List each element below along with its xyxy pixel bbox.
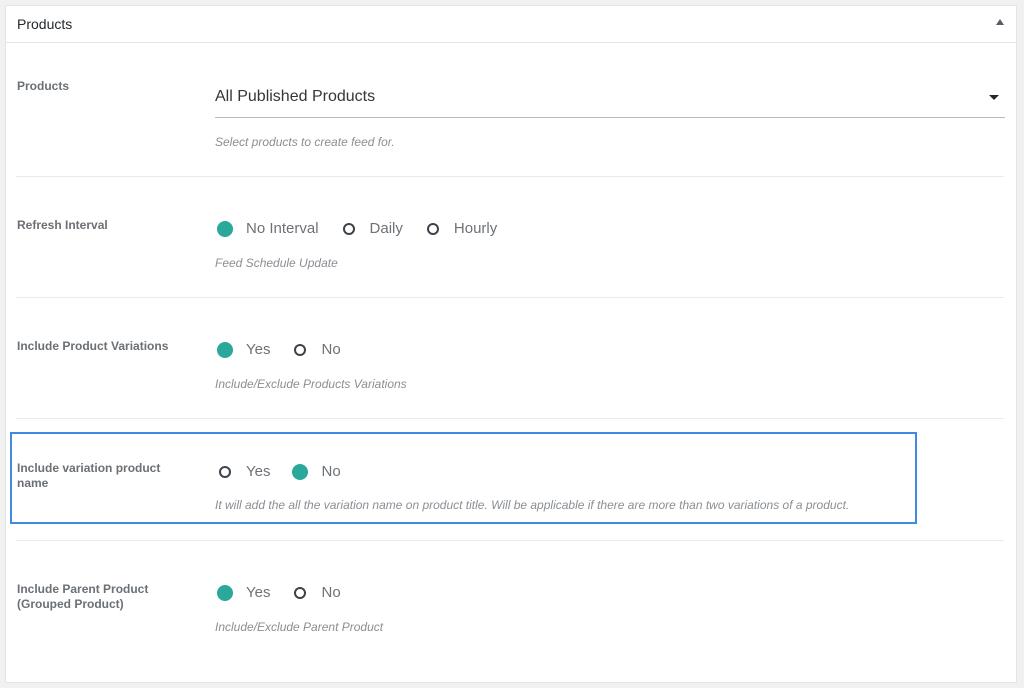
products-select-value: All Published Products [215,88,376,105]
radio-label: Yes [246,463,271,480]
include-parent-label: Include Parent Product (Grouped Product) [17,582,149,611]
include-parent-radio-group: Yes No [217,584,365,601]
radio-unchecked-icon[interactable] [219,465,231,478]
products-select[interactable]: All Published Products [215,86,1005,118]
include-parent-help: Include/Exclude Parent Product [215,620,384,634]
radio-yes[interactable]: Yes [217,584,271,601]
radio-yes[interactable]: Yes [219,463,270,480]
radio-yes[interactable]: Yes [217,341,271,358]
include-variations-help: Include/Exclude Products Variations [215,377,407,391]
collapse-arrow-icon[interactable] [996,19,1004,25]
include-variation-name-label: Include variation product name [17,461,161,490]
radio-no[interactable]: No [294,584,341,601]
radio-unchecked-icon[interactable] [294,586,307,599]
radio-no[interactable]: No [292,463,341,480]
products-help: Select products to create feed for. [215,135,395,149]
radio-label: No Interval [246,220,319,237]
refresh-interval-help: Feed Schedule Update [215,256,338,270]
radio-checked-icon[interactable] [217,341,233,358]
refresh-interval-radio-group: No Interval Daily Hourly [217,220,521,237]
radio-label: Yes [246,341,271,358]
radio-no-interval[interactable]: No Interval [217,220,319,237]
divider [16,176,1004,177]
radio-unchecked-icon[interactable] [342,222,355,235]
include-variations-radio-group: Yes No [217,341,365,358]
radio-label: Daily [369,220,403,237]
include-variations-label: Include Product Variations [17,339,169,353]
radio-checked-icon[interactable] [217,220,233,237]
panel-header[interactable]: Products [6,6,1016,43]
radio-hourly[interactable]: Hourly [426,220,498,237]
divider [16,297,1004,298]
radio-unchecked-icon[interactable] [426,222,439,235]
radio-checked-icon[interactable] [217,584,233,601]
dropdown-caret-icon [989,95,999,100]
include-variation-name-radio-group: Yes No [219,463,365,480]
radio-no[interactable]: No [294,341,341,358]
divider [16,540,1004,541]
refresh-interval-label: Refresh Interval [17,218,108,232]
radio-label: No [321,463,341,480]
radio-unchecked-icon[interactable] [294,343,307,356]
radio-daily[interactable]: Daily [342,220,403,237]
radio-checked-icon[interactable] [292,463,309,480]
products-label: Products [17,79,70,93]
products-panel: Products Products All Published Products… [5,5,1017,683]
divider [16,418,1004,419]
radio-label: Yes [246,584,271,601]
radio-label: Hourly [453,220,498,237]
include-variation-name-help: It will add the all the variation name o… [215,498,850,512]
radio-label: No [321,341,341,358]
radio-label: No [321,584,341,601]
panel-title: Products [17,16,73,32]
